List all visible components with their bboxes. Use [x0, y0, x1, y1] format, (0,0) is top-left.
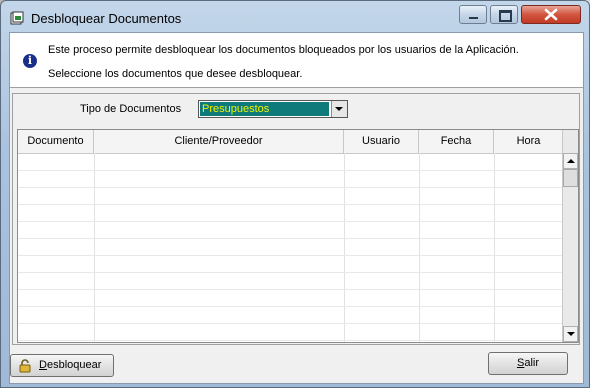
table-column-divider: [344, 153, 345, 342]
table-row-divider: [18, 204, 564, 205]
scroll-down-button[interactable]: [563, 326, 578, 342]
maximize-button[interactable]: [490, 5, 518, 24]
table-row-divider: [18, 221, 564, 222]
scroll-up-button[interactable]: [563, 153, 578, 169]
column-header-cliente-proveedor[interactable]: Cliente/Proveedor: [94, 130, 344, 153]
table-row-divider: [18, 272, 564, 273]
document-type-select[interactable]: Presupuestos: [198, 100, 348, 118]
table-row-divider: [18, 238, 564, 239]
table-row-divider: [18, 323, 564, 324]
dropdown-arrow-icon[interactable]: [331, 101, 347, 117]
table-column-divider: [494, 153, 495, 342]
dialog-window: Desbloquear Documentos i Este proceso pe…: [0, 0, 590, 388]
table-row-divider: [18, 306, 564, 307]
close-icon: [544, 8, 558, 21]
window-title: Desbloquear Documentos: [31, 11, 182, 26]
column-header-hora[interactable]: Hora: [494, 130, 564, 153]
exit-button-label: Salir: [516, 357, 539, 369]
info-instruction: Seleccione los documentos que desee desb…: [48, 68, 303, 80]
table-header: Documento Cliente/Proveedor Usuario Fech…: [18, 130, 564, 154]
document-type-label: Tipo de Documentos: [80, 103, 182, 115]
column-header-usuario[interactable]: Usuario: [344, 130, 419, 153]
table-row-divider: [18, 255, 564, 256]
window-app-icon: [10, 11, 24, 25]
dialog-client-area: i Este proceso permite desbloquear los d…: [9, 32, 584, 384]
lock-icon: [19, 359, 31, 373]
table-row-divider: [18, 187, 564, 188]
minimize-button[interactable]: [459, 5, 487, 24]
info-description: Este proceso permite desbloquear los doc…: [48, 44, 519, 56]
title-bar[interactable]: Desbloquear Documentos: [1, 1, 589, 35]
maximize-icon: [491, 6, 517, 23]
vertical-scrollbar[interactable]: [562, 130, 578, 342]
table-row-divider: [18, 289, 564, 290]
info-icon: i: [23, 54, 37, 68]
table-row-divider: [18, 340, 564, 341]
table-row-divider: [18, 170, 564, 171]
table-column-divider: [419, 153, 420, 342]
info-banner: i Este proceso permite desbloquear los d…: [10, 33, 583, 88]
documents-table[interactable]: Documento Cliente/Proveedor Usuario Fech…: [17, 129, 579, 343]
documents-panel: Tipo de Documentos Presupuestos Document…: [12, 93, 580, 345]
column-header-documento[interactable]: Documento: [18, 130, 94, 153]
minimize-icon: [460, 6, 486, 23]
exit-button[interactable]: Salir: [488, 352, 568, 375]
unlock-button-label: Desbloquear: [39, 359, 102, 371]
close-button[interactable]: [521, 5, 581, 24]
table-column-divider: [94, 153, 95, 342]
unlock-button[interactable]: Desbloquear: [10, 354, 114, 377]
scroll-thumb[interactable]: [563, 169, 578, 187]
column-header-fecha[interactable]: Fecha: [419, 130, 494, 153]
document-type-selected-value: Presupuestos: [200, 102, 329, 116]
